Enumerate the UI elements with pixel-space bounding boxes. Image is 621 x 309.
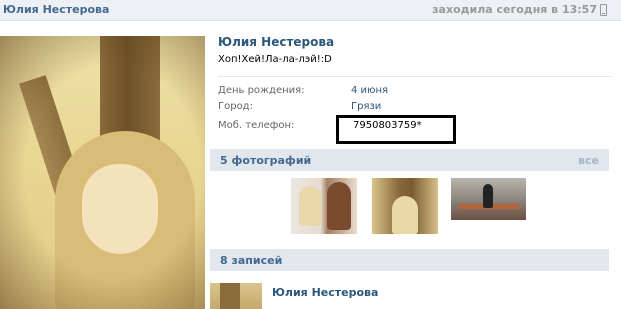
phone-icon xyxy=(600,4,607,16)
city-row: Город: Грязи xyxy=(218,101,598,115)
thumb-person xyxy=(299,186,321,226)
birthday-value[interactable]: 4 июня xyxy=(351,85,388,96)
photo-thumbnail[interactable] xyxy=(291,178,357,234)
profile-name: Юлия Нестерова xyxy=(218,35,335,49)
profile-photo[interactable] xyxy=(0,36,205,309)
profile-status[interactable]: Хоп!Хей!Ла-ла-лэй!:D xyxy=(218,54,332,65)
divider xyxy=(218,76,611,77)
thumb-person xyxy=(483,184,493,208)
posts-section-header[interactable]: 8 записей xyxy=(210,249,609,271)
post-author-name[interactable]: Юлия Нестерова xyxy=(272,286,378,299)
profile-header: Юлия Нестерова заходила сегодня в 13:57 xyxy=(0,0,621,21)
city-value[interactable]: Грязи xyxy=(351,101,381,112)
mobile-value-box: 7950803759* xyxy=(336,115,456,144)
photos-section-title[interactable]: 5 фотографий xyxy=(220,154,311,167)
birthday-row: День рождения: 4 июня xyxy=(218,85,598,99)
header-name[interactable]: Юлия Нестерова xyxy=(3,3,109,16)
city-label: Город: xyxy=(218,101,253,112)
thumb-person xyxy=(327,182,351,230)
thumb-person xyxy=(392,196,418,234)
avatar-tree xyxy=(220,283,240,309)
birthday-label: День рождения: xyxy=(218,85,305,96)
photo-vignette xyxy=(0,36,205,309)
photo-thumbnail[interactable] xyxy=(451,178,526,220)
photo-thumbnail[interactable] xyxy=(372,178,438,234)
photos-all-link[interactable]: все xyxy=(578,154,599,167)
mobile-label: Моб. телефон: xyxy=(218,120,295,131)
last-seen-text: заходила сегодня в 13:57 xyxy=(432,3,597,16)
profile-info: Юлия Нестерова Хоп!Хей!Ла-ла-лэй!:D День… xyxy=(210,20,621,309)
post-author-avatar[interactable] xyxy=(210,283,262,309)
photos-section-header[interactable]: 5 фотографий все xyxy=(210,149,609,171)
posts-section-title[interactable]: 8 записей xyxy=(220,254,282,267)
mobile-value: 7950803759* xyxy=(353,120,422,131)
